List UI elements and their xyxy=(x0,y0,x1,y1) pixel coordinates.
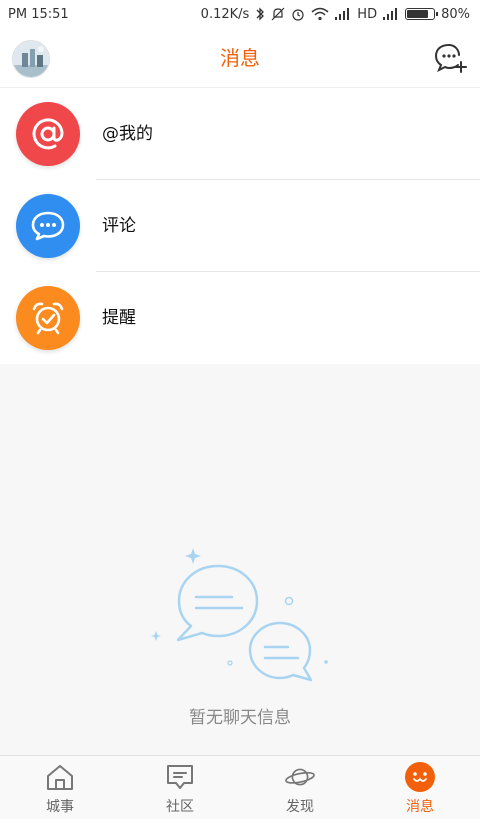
header: 消息 xyxy=(0,28,480,88)
empty-chat-illustration xyxy=(148,543,338,693)
mute-icon xyxy=(271,7,285,21)
bottom-tab-bar: 城事 社区 发现 消息 xyxy=(0,755,480,819)
empty-state: 暂无聊天信息 xyxy=(0,365,480,755)
empty-state-text: 暂无聊天信息 xyxy=(189,708,291,728)
network-type: HD xyxy=(357,6,378,22)
page-title: 消息 xyxy=(220,46,260,70)
battery-icon xyxy=(405,8,439,20)
new-chat-button[interactable] xyxy=(434,42,468,74)
battery-percent: 80% xyxy=(441,6,470,22)
tab-label: 消息 xyxy=(406,799,434,815)
signal-icon xyxy=(335,8,351,20)
menu-item-mentions[interactable]: @我的 xyxy=(0,88,480,180)
menu-item-label: 评论 xyxy=(102,216,136,236)
network-speed: 0.12K/s xyxy=(200,6,250,22)
planet-icon xyxy=(284,762,316,792)
tab-city-events[interactable]: 城事 xyxy=(0,756,120,819)
menu-item-label: 提醒 xyxy=(102,308,136,328)
at-icon xyxy=(16,102,80,166)
tab-community[interactable]: 社区 xyxy=(120,756,240,819)
message-face-icon xyxy=(404,762,436,792)
tab-label: 发现 xyxy=(286,799,314,815)
community-icon xyxy=(164,762,196,792)
tab-discover[interactable]: 发现 xyxy=(240,756,360,819)
tab-label: 社区 xyxy=(166,799,194,815)
message-menu: @我的 评论 提醒 xyxy=(0,88,480,364)
tab-messages[interactable]: 消息 xyxy=(360,756,480,819)
menu-item-label: @我的 xyxy=(102,124,153,144)
signal-icon-2 xyxy=(383,8,399,20)
wifi-icon xyxy=(311,7,329,21)
status-icons: 0.12K/s HD 80% xyxy=(201,7,470,22)
tab-label: 城事 xyxy=(46,799,74,815)
status-bar: PM 15:51 0.12K/s HD 80% xyxy=(0,0,480,28)
alarm-icon xyxy=(291,7,305,21)
comment-icon xyxy=(16,194,80,258)
home-icon xyxy=(44,762,76,792)
alarm-clock-icon xyxy=(16,286,80,350)
chat-plus-icon xyxy=(434,44,467,73)
bluetooth-icon xyxy=(255,7,265,21)
status-time: PM 15:51 xyxy=(8,6,69,22)
menu-item-reminders[interactable]: 提醒 xyxy=(0,272,480,364)
menu-item-comments[interactable]: 评论 xyxy=(0,180,480,272)
